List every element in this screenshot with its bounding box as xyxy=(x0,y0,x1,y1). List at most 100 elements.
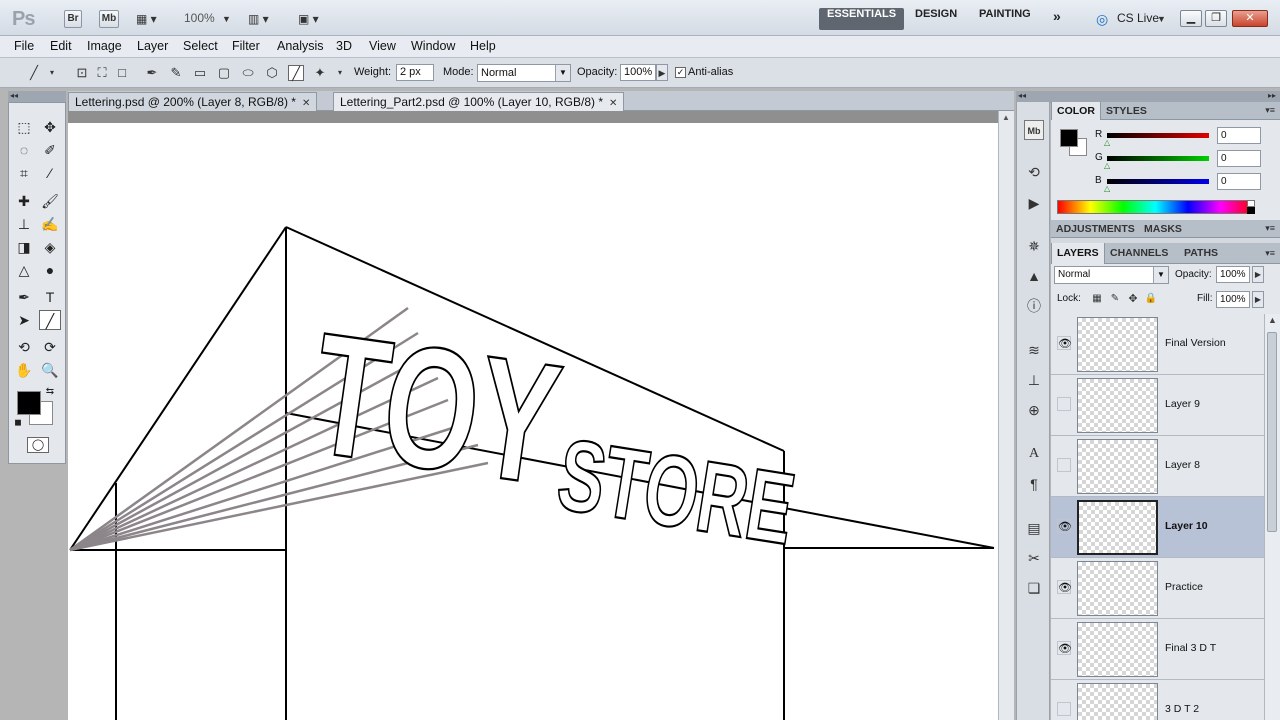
tool-preset-dropdown-icon[interactable]: ▾ xyxy=(44,65,60,81)
green-value[interactable]: 0 xyxy=(1217,150,1261,167)
crop-tool-icon[interactable]: ⌗ xyxy=(13,163,35,183)
color-spectrum-bar[interactable] xyxy=(1057,200,1254,214)
move-tool-icon[interactable]: ✥ xyxy=(39,117,61,137)
brush-tool-icon[interactable]: 🖌 xyxy=(39,191,61,211)
cs-live-icon[interactable]: ◎ xyxy=(1096,10,1108,28)
layer-opacity-input[interactable]: 100% xyxy=(1216,266,1250,283)
healing-brush-tool-icon[interactable]: ✚ xyxy=(13,191,35,211)
tab-layers[interactable]: LAYERS xyxy=(1051,243,1105,264)
line-shape-icon[interactable]: ╱ xyxy=(288,65,304,81)
tool-presets-icon[interactable]: ⊕ xyxy=(1024,400,1044,420)
rectangle-shape-icon[interactable]: ▭ xyxy=(192,65,208,81)
visibility-toggle[interactable] xyxy=(1057,458,1071,472)
layer-row[interactable]: 3 D T 2 xyxy=(1051,680,1264,720)
white-swatch[interactable] xyxy=(1247,200,1255,207)
quick-mask-icon[interactable]: ◯ xyxy=(27,437,49,453)
layer-row[interactable]: 👁 Final Version xyxy=(1051,314,1264,375)
pen-tool-icon[interactable]: ✒ xyxy=(144,65,160,81)
menu-filter[interactable]: Filter xyxy=(232,39,260,53)
zoom-level[interactable]: 100% xyxy=(184,11,215,25)
path-selection-tool-icon[interactable]: ➤ xyxy=(13,310,35,330)
clone-stamp-tool-icon[interactable]: ⊥ xyxy=(13,214,35,234)
fg-color-chip[interactable] xyxy=(1060,129,1078,147)
canvas[interactable]: TOY STORE xyxy=(68,123,998,720)
menu-analysis[interactable]: Analysis xyxy=(277,39,324,53)
workspace-painting[interactable]: PAINTING xyxy=(971,8,1039,30)
tab-color[interactable]: COLOR xyxy=(1051,102,1101,120)
cs-live-dropdown-icon[interactable]: ▼ xyxy=(1157,10,1166,28)
lock-all-icon[interactable]: 🔒 xyxy=(1143,291,1159,307)
lasso-tool-icon[interactable]: ◌ xyxy=(13,140,35,160)
visibility-toggle[interactable]: 👁 xyxy=(1057,336,1072,350)
launch-bridge-button[interactable]: Br xyxy=(64,10,82,28)
tab-lettering[interactable]: Lettering.psd @ 200% (Layer 8, RGB/8) * ✕ xyxy=(68,92,318,111)
tab-masks[interactable]: MASKS xyxy=(1139,220,1187,238)
layer-row[interactable]: 👁 Final 3 D T xyxy=(1051,619,1264,680)
actions-icon[interactable]: ▶ xyxy=(1024,193,1044,213)
menu-3d[interactable]: 3D xyxy=(336,39,352,53)
layers-scrollbar[interactable]: ▲ xyxy=(1264,314,1280,720)
visibility-toggle[interactable]: 👁 xyxy=(1057,580,1072,594)
foreground-color-swatch[interactable] xyxy=(17,391,41,415)
fill-pixels-icon[interactable]: □ xyxy=(114,65,130,81)
quick-selection-tool-icon[interactable]: ✐ xyxy=(39,140,61,160)
opacity-input[interactable]: 100% xyxy=(620,64,656,81)
notes-icon[interactable]: ▤ xyxy=(1024,518,1044,538)
opacity-slider-arrow-icon[interactable]: ▶ xyxy=(1252,266,1264,283)
arrange-documents-icon[interactable]: ▥ ▾ xyxy=(248,10,269,28)
menu-edit[interactable]: Edit xyxy=(50,39,72,53)
scrollbar-thumb[interactable] xyxy=(1267,332,1277,532)
tab-paths[interactable]: PATHS xyxy=(1179,243,1223,264)
shape-layers-icon[interactable]: ⊡ xyxy=(74,65,90,81)
visibility-toggle[interactable] xyxy=(1057,397,1071,411)
menu-image[interactable]: Image xyxy=(87,39,122,53)
custom-shape-icon[interactable]: ✦ xyxy=(312,65,328,81)
freeform-pen-icon[interactable]: ✎ xyxy=(168,65,184,81)
default-colors-icon[interactable]: ◼ xyxy=(11,415,25,429)
character-icon[interactable]: A xyxy=(1024,444,1044,464)
history-icon[interactable]: ⟲ xyxy=(1024,162,1044,182)
menu-window[interactable]: Window xyxy=(411,39,455,53)
blur-tool-icon[interactable]: △ xyxy=(13,260,35,280)
line-tool-icon[interactable]: ╱ xyxy=(39,310,61,330)
tab-styles[interactable]: STYLES xyxy=(1101,102,1152,120)
3d-panel-icon[interactable]: ✂ xyxy=(1024,548,1044,568)
menu-view[interactable]: View xyxy=(369,39,396,53)
workspace-design[interactable]: DESIGN xyxy=(907,8,965,30)
pen-tool-icon[interactable]: ✒ xyxy=(13,287,35,307)
clone-source-icon[interactable]: ⊥ xyxy=(1024,370,1044,390)
zoom-dropdown-icon[interactable]: ▼ xyxy=(222,10,231,28)
panel-menu-icon[interactable]: ▾≡ xyxy=(1265,105,1275,116)
paint-bucket-tool-icon[interactable]: ◈ xyxy=(39,237,61,257)
fill-input[interactable]: 100% xyxy=(1216,291,1250,308)
marquee-tool-icon[interactable]: ⬚ xyxy=(13,117,35,137)
lock-transparent-icon[interactable]: ▦ xyxy=(1089,291,1105,307)
eraser-tool-icon[interactable]: ◨ xyxy=(13,237,35,257)
red-slider[interactable] xyxy=(1107,133,1209,138)
mini-bridge-icon[interactable]: Mb xyxy=(1024,120,1044,140)
menu-select[interactable]: Select xyxy=(183,39,218,53)
navigator-icon[interactable]: ✵ xyxy=(1024,236,1044,256)
scroll-up-icon[interactable]: ▲ xyxy=(1268,315,1277,325)
geometry-options-icon[interactable]: ▾ xyxy=(332,65,348,81)
black-swatch[interactable] xyxy=(1247,207,1255,214)
eyedropper-tool-icon[interactable]: ⁄ xyxy=(39,163,61,183)
layer-row[interactable]: Layer 9 xyxy=(1051,375,1264,436)
green-slider[interactable] xyxy=(1107,156,1209,161)
red-value[interactable]: 0 xyxy=(1217,127,1261,144)
fill-slider-arrow-icon[interactable]: ▶ xyxy=(1252,291,1264,308)
menu-file[interactable]: File xyxy=(14,39,34,53)
histogram-icon[interactable]: ▲ xyxy=(1024,266,1044,286)
info-icon[interactable]: ⓘ xyxy=(1024,296,1044,316)
polygon-shape-icon[interactable]: ⬡ xyxy=(264,65,280,81)
visibility-toggle[interactable] xyxy=(1057,702,1071,716)
dodge-tool-icon[interactable]: ● xyxy=(39,260,61,280)
layer-comps-icon[interactable]: ❏ xyxy=(1024,578,1044,598)
lock-image-icon[interactable]: ✎ xyxy=(1107,291,1123,307)
blue-slider[interactable] xyxy=(1107,179,1209,184)
tab-lettering-part2[interactable]: Lettering_Part2.psd @ 100% (Layer 10, RG… xyxy=(333,92,625,111)
layer-row[interactable]: 👁 Practice xyxy=(1051,558,1264,619)
menu-layer[interactable]: Layer xyxy=(137,39,168,53)
visibility-toggle[interactable]: 👁 xyxy=(1057,641,1072,655)
scroll-up-icon[interactable]: ▲ xyxy=(1002,113,1010,122)
